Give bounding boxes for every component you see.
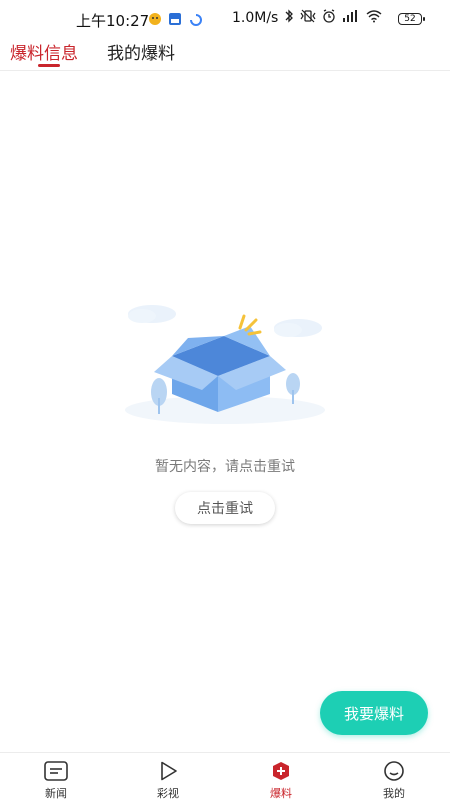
active-tab-indicator [38, 64, 60, 67]
bottom-nav: 新闻 彩视 爆料 我的 [0, 752, 450, 801]
news-icon [44, 761, 68, 781]
battery-indicator: 52 [398, 13, 425, 25]
nav-item-news[interactable]: 新闻 [16, 753, 96, 801]
loading-icon [190, 12, 202, 30]
status-time: 上午10:27 [76, 12, 150, 30]
alarm-icon [323, 9, 335, 23]
play-icon [161, 761, 177, 781]
nav-item-report[interactable]: 爆料 [241, 753, 321, 801]
nav-label-profile: 我的 [383, 787, 405, 800]
nav-item-profile[interactable]: 我的 [354, 753, 434, 801]
retry-button[interactable]: 点击重试 [175, 492, 275, 524]
empty-box-illustration [118, 298, 332, 428]
notification-app-icon [148, 12, 162, 30]
signal-icon [343, 10, 357, 22]
vibrate-off-icon [300, 9, 316, 23]
nav-label-report: 爆料 [270, 787, 292, 800]
nav-label-news: 新闻 [45, 787, 67, 800]
network-speed: 1.0M/s [232, 10, 279, 26]
tab-report-info[interactable]: 爆料信息 [10, 39, 78, 64]
system-icons [284, 9, 382, 23]
notification-app-icon [168, 12, 182, 30]
nav-item-video[interactable]: 彩视 [128, 753, 208, 801]
tab-my-reports[interactable]: 我的爆料 [107, 39, 175, 64]
report-icon [273, 762, 289, 780]
submit-report-button[interactable]: 我要爆料 [320, 691, 428, 735]
profile-icon [384, 761, 404, 781]
wifi-icon [366, 10, 382, 23]
nav-label-video: 彩视 [157, 787, 179, 800]
top-tabs: 爆料信息 我的爆料 [0, 36, 450, 71]
bluetooth-icon [285, 9, 293, 23]
empty-state-message: 暂无内容，请点击重试 [155, 459, 295, 475]
status-bar: 上午10:27 1.0M/s 52 [0, 0, 450, 36]
